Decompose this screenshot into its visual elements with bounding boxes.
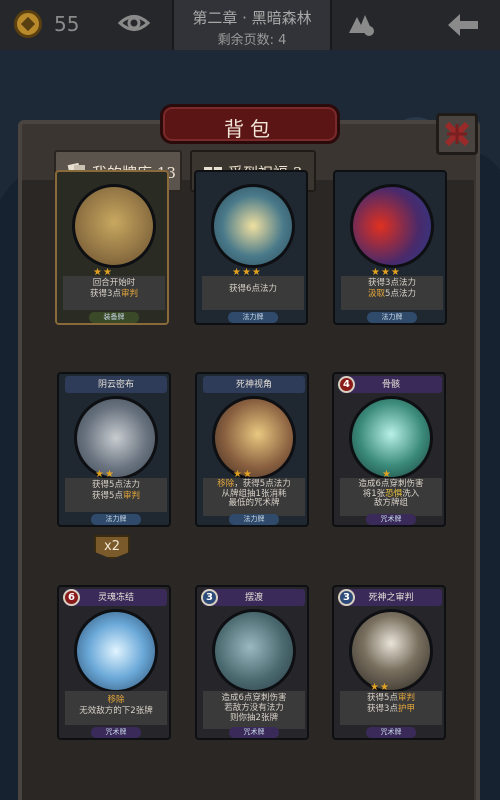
eye-icon[interactable] [118, 12, 150, 34]
card-name: 灵魂冻结 [97, 593, 134, 603]
card-9[interactable]: 死神之审判 3 ★★ 获得5点审判 获得3点护甲 咒术牌 [332, 585, 446, 740]
back-arrow-icon[interactable] [446, 12, 480, 38]
top-status-bar: 55 第二章 · 黑暗森林 剩余页数: 4 [0, 0, 500, 50]
pages-left: 剩余页数: 4 [217, 33, 287, 48]
card-7[interactable]: 灵魂冻结 6 移除 无效敌方的下2张牌 咒术牌 [57, 585, 171, 740]
card-description: 获得3点法力 汲取5点法力 [341, 276, 443, 310]
card-name: 死神之审判 [368, 593, 414, 603]
card-description: 移除，获得5点法力 从牌组抽1张消耗 最低的咒术牌 [203, 478, 305, 516]
card-2[interactable]: ★★★ 获得6点法力 法力牌 [194, 170, 308, 325]
card-type: 法力牌 [228, 312, 278, 323]
card-description: 获得5点法力 获得5点审判 [65, 478, 167, 512]
chapter-title: 第二章 · 黑暗森林 [192, 9, 312, 27]
card-name: 死神视角 [235, 380, 272, 390]
card-type: 咒术牌 [366, 727, 416, 738]
card-description: 造成6点穿刺伤害 若敌方没有法力 则你抽2张牌 [203, 691, 305, 729]
card-type: 咒术牌 [229, 727, 279, 738]
card-6[interactable]: 骨骸 4 ★ 造成6点穿刺伤害 将1张恐惧洗入 敌方牌组 咒术牌 [332, 372, 446, 527]
chapter-info: 第二章 · 黑暗森林 剩余页数: 4 [172, 0, 332, 50]
deck-icon[interactable] [345, 11, 377, 39]
card-art-flame [350, 184, 434, 268]
card-8[interactable]: 摆渡 3 造成6点穿刺伤害 若敌方没有法力 则你抽2张牌 咒术牌 [195, 585, 309, 740]
card-5[interactable]: 死神视角 ★★ 移除，获得5点法力 从牌组抽1张消耗 最低的咒术牌 法力牌 [195, 372, 309, 527]
card-art-clouds [74, 396, 158, 480]
card-description: 移除 无效敌方的下2张牌 [65, 691, 167, 725]
card-description: 回合开始时 获得3点审判 [63, 276, 165, 310]
backpack-title: 背包 [224, 117, 276, 141]
card-4[interactable]: 阴云密布 ★★ 获得5点法力 获得5点审判 法力牌 [57, 372, 171, 527]
card-name: 摆渡 [244, 593, 263, 603]
card-cost: 6 [63, 589, 80, 606]
card-cost: 4 [338, 376, 355, 393]
close-icon [444, 121, 470, 147]
card-art-swirl [211, 184, 295, 268]
card-description: 获得6点法力 [202, 276, 304, 310]
card-type: 装备牌 [89, 312, 139, 323]
card-type: 法力牌 [229, 514, 279, 525]
card-type: 法力牌 [367, 312, 417, 323]
close-button[interactable] [436, 113, 478, 155]
card-cost: 3 [201, 589, 218, 606]
card-description: 造成6点穿刺伤害 将1张恐惧洗入 敌方牌组 [340, 478, 442, 516]
card-art-skeleton [349, 396, 433, 480]
card-3[interactable]: ★★★ 获得3点法力 汲取5点法力 法力牌 [333, 170, 447, 325]
coin-count: 55 [54, 12, 80, 36]
card-type: 法力牌 [91, 514, 141, 525]
card-art-reaper-view [212, 396, 296, 480]
card-cost: 3 [338, 589, 355, 606]
card-1[interactable]: ★★ 回合开始时 获得3点审判 装备牌 [55, 170, 169, 325]
card-type: 咒术牌 [366, 514, 416, 525]
card-art-scythe [72, 184, 156, 268]
card-art-death [349, 609, 433, 693]
card-description: 获得5点审判 获得3点护甲 [340, 691, 442, 725]
card-art-ferry [212, 609, 296, 693]
coin-icon [14, 10, 42, 38]
backpack-title-plate: 背包 [160, 104, 340, 144]
card-type: 咒术牌 [91, 727, 141, 738]
card-art-ice [74, 609, 158, 693]
card-name: 骨骸 [381, 380, 400, 390]
card-name: 阴云密布 [97, 380, 134, 390]
